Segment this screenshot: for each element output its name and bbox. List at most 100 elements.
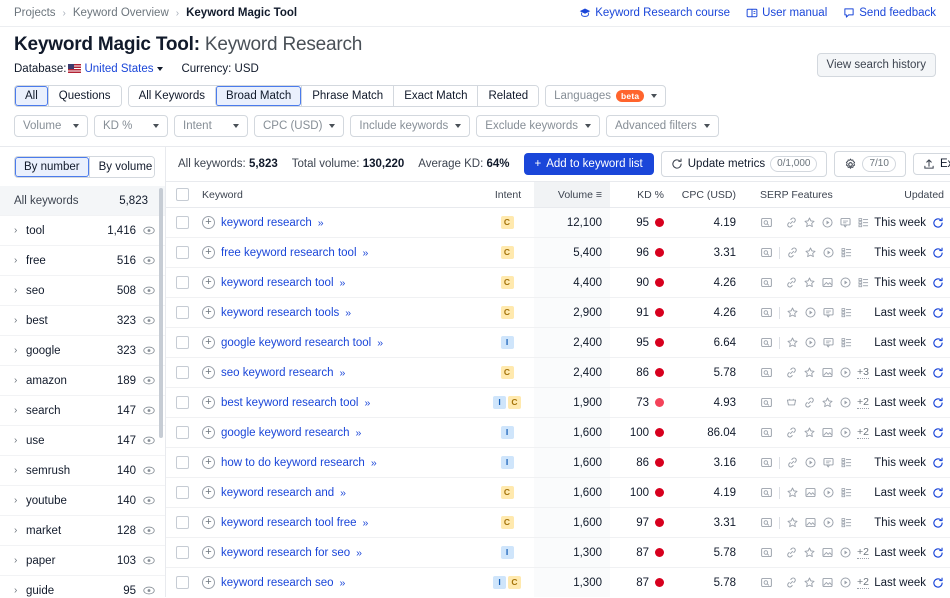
keyword-link[interactable]: keyword research tools	[221, 307, 339, 319]
video-icon[interactable]	[822, 486, 835, 499]
view-search-history-button[interactable]: View search history	[816, 53, 936, 77]
add-keyword-icon[interactable]: +	[202, 486, 215, 499]
video-icon[interactable]	[804, 306, 817, 319]
star-icon[interactable]	[803, 546, 816, 559]
column-cpc[interactable]: CPC (USD)	[672, 182, 744, 208]
star-icon[interactable]	[803, 426, 816, 439]
table-row[interactable]: + how to do keyword research » I 1,600 86 3.16…	[166, 447, 950, 478]
sidebar-group-free[interactable]: › free 516	[0, 246, 165, 276]
serp-preview-icon[interactable]	[760, 336, 773, 349]
keyword-link[interactable]: keyword research tool free	[221, 517, 357, 529]
intent-badge-i[interactable]: I	[493, 576, 506, 589]
eye-icon[interactable]	[143, 556, 155, 565]
keyword-research-course-link[interactable]: Keyword Research course	[579, 7, 730, 19]
add-keyword-icon[interactable]: +	[202, 396, 215, 409]
row-checkbox[interactable]	[176, 546, 189, 559]
serp-preview-icon[interactable]	[760, 516, 773, 529]
eye-icon[interactable]	[143, 406, 155, 415]
sidebar-group-search[interactable]: › search 147	[0, 396, 165, 426]
keyword-expand-icon[interactable]: »	[377, 337, 383, 349]
star-icon[interactable]	[786, 486, 799, 499]
link-icon[interactable]	[786, 246, 799, 259]
video-icon[interactable]	[839, 426, 852, 439]
list-icon[interactable]	[840, 336, 853, 349]
list-icon[interactable]	[840, 306, 853, 319]
discussion-icon[interactable]	[822, 306, 835, 319]
keyword-group-list[interactable]: All keywords 5,823 › tool 1,416 › free 516 › se…	[0, 186, 165, 597]
keyword-expand-icon[interactable]: »	[318, 217, 324, 229]
keyword-expand-icon[interactable]: »	[340, 277, 346, 289]
tab-all[interactable]: All	[15, 86, 48, 106]
table-row[interactable]: + seo keyword research » C 2,400 86 5.78 +3 Last…	[166, 357, 950, 388]
keyword-link[interactable]: seo keyword research	[221, 367, 334, 379]
image-icon[interactable]	[821, 546, 834, 559]
eye-icon[interactable]	[143, 286, 155, 295]
keyword-link[interactable]: google keyword research tool	[221, 337, 371, 349]
eye-icon[interactable]	[143, 466, 155, 475]
row-refresh-icon[interactable]	[932, 337, 944, 349]
settings-button[interactable]: 7/10	[834, 151, 906, 177]
link-icon[interactable]	[785, 426, 798, 439]
update-metrics-button[interactable]: Update metrics 0/1,000	[660, 151, 828, 177]
column-volume[interactable]: Volume ≡	[534, 182, 610, 208]
link-icon[interactable]	[785, 366, 798, 379]
add-keyword-icon[interactable]: +	[202, 336, 215, 349]
row-refresh-icon[interactable]	[932, 457, 944, 469]
star-icon[interactable]	[804, 246, 817, 259]
serp-more[interactable]: +2	[857, 546, 869, 559]
list-icon[interactable]	[857, 276, 870, 289]
serp-preview-icon[interactable]	[760, 396, 773, 409]
list-icon[interactable]	[840, 246, 853, 259]
video-icon[interactable]	[804, 336, 817, 349]
row-checkbox[interactable]	[176, 486, 189, 499]
eye-icon[interactable]	[143, 586, 155, 595]
row-checkbox[interactable]	[176, 456, 189, 469]
keyword-expand-icon[interactable]: »	[363, 517, 369, 529]
table-row[interactable]: + free keyword research tool » C 5,400 96 3.31…	[166, 237, 950, 268]
keyword-link[interactable]: keyword research tool	[221, 277, 334, 289]
image-icon[interactable]	[821, 426, 834, 439]
row-refresh-icon[interactable]	[932, 217, 944, 229]
row-refresh-icon[interactable]	[932, 277, 944, 289]
row-refresh-icon[interactable]	[932, 397, 944, 409]
list-icon[interactable]	[840, 456, 853, 469]
serp-preview-icon[interactable]	[760, 546, 773, 559]
keyword-link[interactable]: free keyword research tool	[221, 247, 357, 259]
sidebar-group-best[interactable]: › best 323	[0, 306, 165, 336]
star-icon[interactable]	[821, 396, 834, 409]
add-keyword-icon[interactable]: +	[202, 456, 215, 469]
star-icon[interactable]	[786, 516, 799, 529]
image-icon[interactable]	[821, 366, 834, 379]
serp-more[interactable]: +3	[857, 366, 869, 379]
discussion-icon[interactable]	[839, 216, 852, 229]
keyword-expand-icon[interactable]: »	[340, 577, 346, 589]
tab-phrase-match[interactable]: Phrase Match	[301, 86, 394, 106]
star-icon[interactable]	[786, 336, 799, 349]
column-keyword[interactable]: Keyword	[194, 182, 482, 208]
intent-badge-c[interactable]: C	[500, 486, 514, 499]
table-row[interactable]: + keyword research for seo » I 1,300 87 5.78 +2…	[166, 537, 950, 568]
eye-icon[interactable]	[143, 346, 155, 355]
export-button[interactable]: Export	[912, 153, 950, 175]
row-refresh-icon[interactable]	[932, 577, 944, 589]
list-icon[interactable]	[840, 516, 853, 529]
video-icon[interactable]	[822, 246, 835, 259]
serp-preview-icon[interactable]	[760, 456, 773, 469]
sidebar-group-market[interactable]: › market 128	[0, 516, 165, 546]
row-refresh-icon[interactable]	[932, 517, 944, 529]
table-row[interactable]: + keyword research tool free » C 1,600 97 3.31…	[166, 507, 950, 538]
filter-intent[interactable]: Intent	[174, 115, 248, 137]
eye-icon[interactable]	[143, 376, 155, 385]
serp-preview-icon[interactable]	[760, 486, 773, 499]
filter-cpc[interactable]: CPC (USD)	[254, 115, 345, 137]
eye-icon[interactable]	[143, 436, 155, 445]
column-serp-features[interactable]: SERP Features	[744, 182, 862, 208]
table-row[interactable]: + keyword research tools » C 2,900 91 4.26 Last…	[166, 297, 950, 328]
star-icon[interactable]	[786, 306, 799, 319]
row-refresh-icon[interactable]	[932, 307, 944, 319]
languages-filter[interactable]: Languages beta	[545, 85, 667, 107]
row-checkbox[interactable]	[176, 366, 189, 379]
filter-include-keywords[interactable]: Include keywords	[350, 115, 471, 137]
video-icon[interactable]	[839, 366, 852, 379]
filter-advanced[interactable]: Advanced filters	[605, 115, 719, 137]
